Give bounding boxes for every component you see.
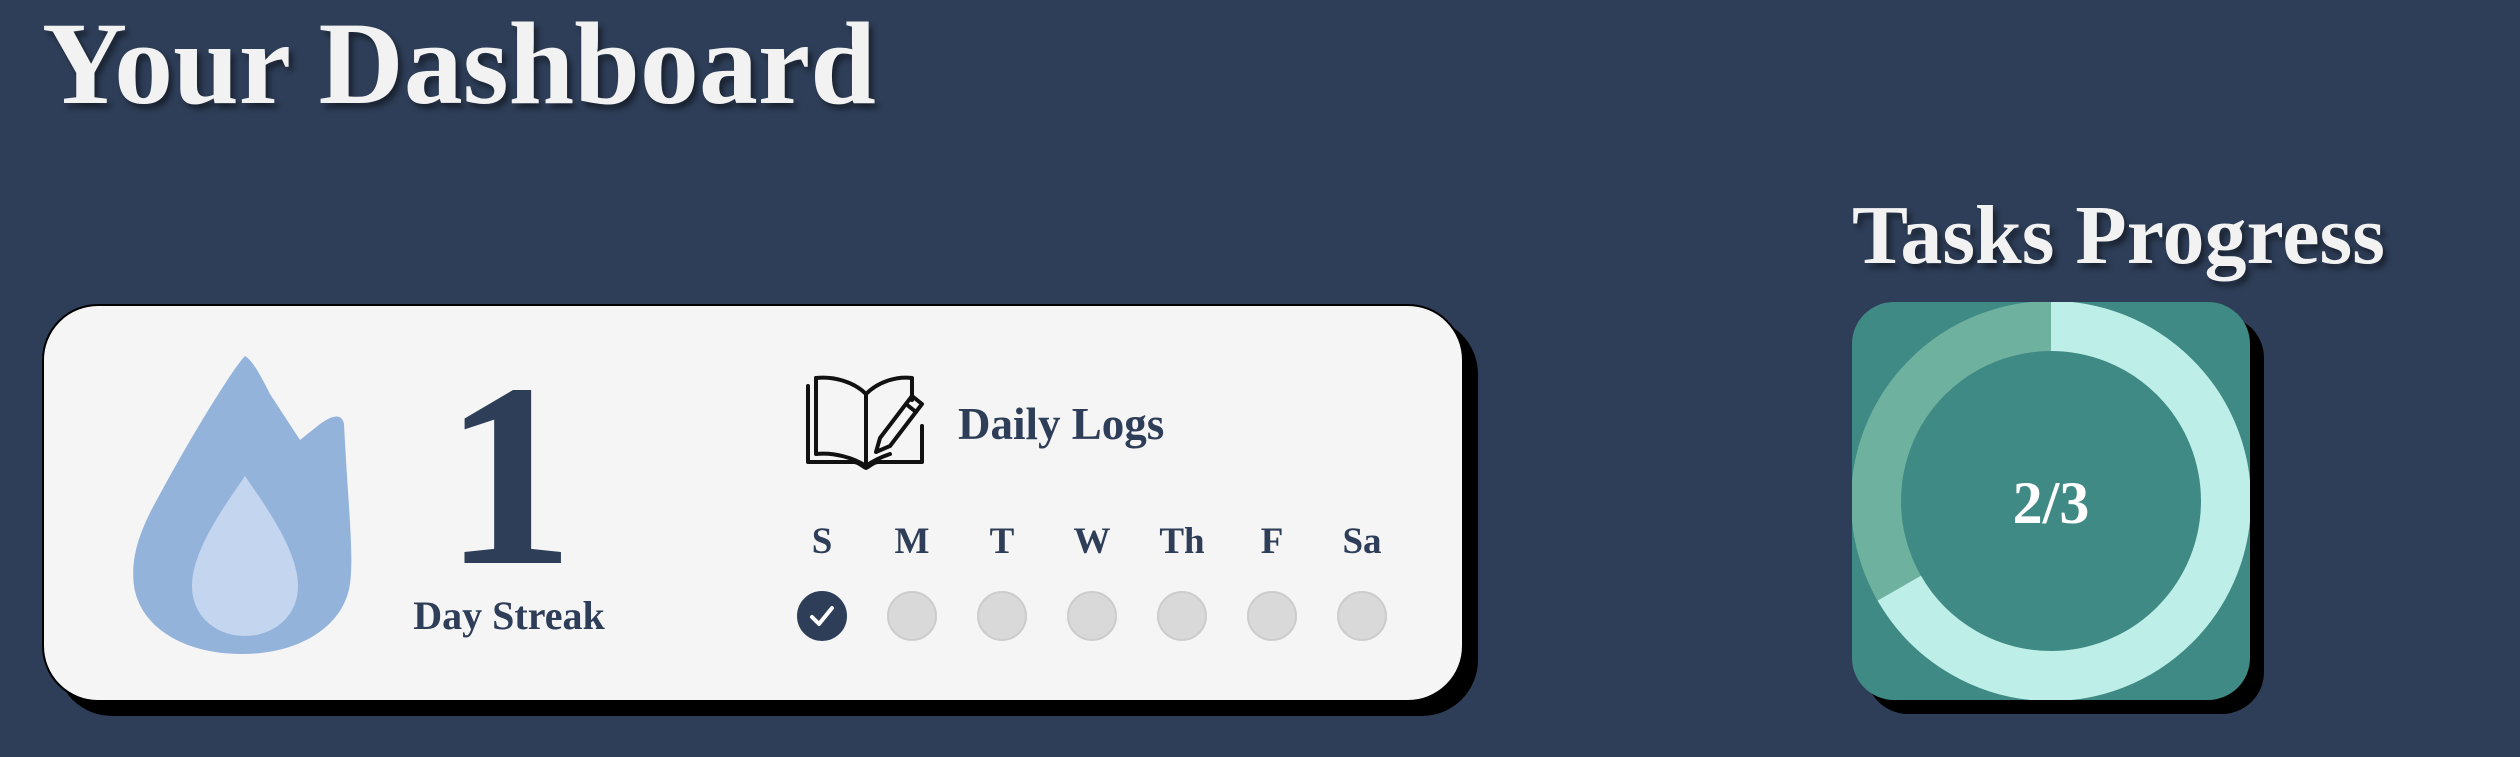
tasks-progress-card: 2/3 xyxy=(1852,302,2250,700)
day-dot-wednesday[interactable] xyxy=(1067,591,1117,641)
day-label-sunday: S xyxy=(811,521,833,562)
day-dot-saturday[interactable] xyxy=(1337,591,1387,641)
streak-card: 1 Day Streak Daily Logs S M T W Th F Sa xyxy=(42,304,1464,702)
day-label-friday: F xyxy=(1260,521,1284,562)
streak-count: 1 xyxy=(443,330,575,620)
day-dot-tuesday[interactable] xyxy=(977,591,1027,641)
day-label-monday: M xyxy=(894,521,930,562)
tasks-progress-title: Tasks Progress xyxy=(1852,189,2385,282)
book-pencil-icon xyxy=(806,375,924,470)
day-dot-thursday[interactable] xyxy=(1157,591,1207,641)
day-label-saturday: Sa xyxy=(1342,521,1382,562)
day-label-thursday: Th xyxy=(1159,521,1205,562)
day-dot-friday[interactable] xyxy=(1247,591,1297,641)
day-dot-sunday[interactable] xyxy=(797,591,847,641)
daily-logs-title: Daily Logs xyxy=(958,399,1165,449)
day-label-tuesday: T xyxy=(989,521,1015,562)
progress-fraction-label: 2/3 xyxy=(2012,470,2090,536)
page-title: Your Dashboard xyxy=(42,0,876,129)
day-label-wednesday: W xyxy=(1073,521,1111,562)
flame-icon xyxy=(133,356,352,654)
day-dot-monday[interactable] xyxy=(887,591,937,641)
streak-label: Day Streak xyxy=(413,593,605,638)
check-icon xyxy=(810,606,834,626)
